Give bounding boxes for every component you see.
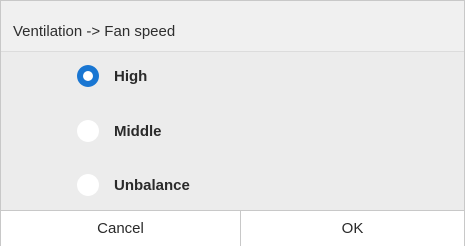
option-middle[interactable]: Middle [1, 107, 464, 159]
option-label-unbalance: Unbalance [114, 177, 190, 194]
option-high[interactable]: High [1, 52, 464, 104]
radio-unselected-icon[interactable] [77, 120, 99, 142]
fan-speed-dialog: Ventilation -> Fan speed High Middle Unb… [0, 0, 465, 246]
dialog-header: Ventilation -> Fan speed [1, 0, 464, 52]
option-label-high: High [114, 68, 148, 85]
fan-speed-options: High Middle Unbalance [1, 52, 464, 210]
dialog-title: Ventilation -> Fan speed [13, 23, 176, 40]
option-unbalance[interactable]: Unbalance [1, 161, 464, 213]
radio-selected-icon[interactable] [77, 65, 99, 87]
ok-button[interactable]: OK [241, 211, 464, 246]
radio-unselected-icon[interactable] [77, 174, 99, 196]
radio-dot [83, 71, 93, 81]
dialog-footer: Cancel OK [1, 210, 464, 246]
option-label-middle: Middle [114, 123, 162, 140]
cancel-button[interactable]: Cancel [1, 211, 241, 246]
